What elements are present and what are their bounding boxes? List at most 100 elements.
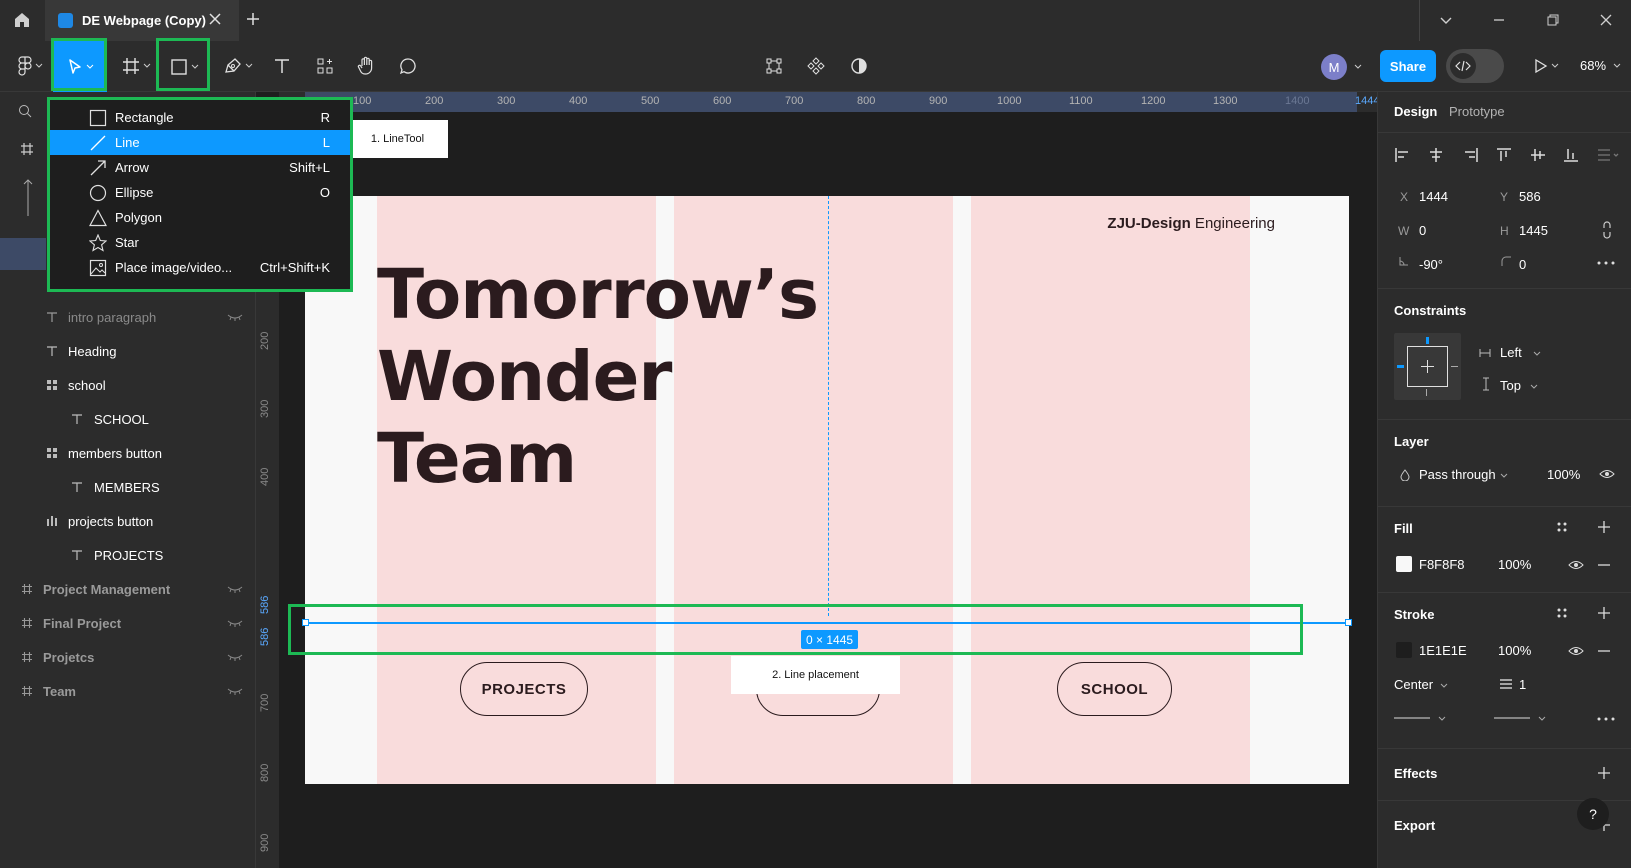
horizontal-constraint-select[interactable]: Left xyxy=(1500,345,1522,360)
present-button[interactable] xyxy=(1530,48,1562,84)
w-field[interactable]: 0 xyxy=(1419,223,1426,238)
text-tool-button[interactable] xyxy=(270,48,294,84)
align-center-v-icon[interactable] xyxy=(1530,147,1546,163)
close-tab-icon[interactable] xyxy=(208,12,222,26)
chevron-down-icon[interactable] xyxy=(1530,384,1538,390)
chevron-down-icon[interactable] xyxy=(1440,683,1448,689)
chevron-down-icon[interactable] xyxy=(1433,8,1459,32)
search-icon[interactable] xyxy=(18,104,32,118)
stroke-swatch[interactable] xyxy=(1396,642,1412,658)
file-tab[interactable]: DE Webpage (Copy) xyxy=(45,0,239,41)
help-button[interactable]: ? xyxy=(1577,798,1609,830)
menu-item-line[interactable]: Line L xyxy=(50,130,350,155)
menu-item-star[interactable]: Star xyxy=(50,230,350,255)
chevron-down-icon[interactable] xyxy=(1500,473,1508,479)
align-bottom-icon[interactable] xyxy=(1563,147,1579,163)
align-top-icon[interactable] xyxy=(1496,147,1512,163)
menu-item-polygon[interactable]: Polygon xyxy=(50,205,350,230)
blend-mode-select[interactable]: Pass through xyxy=(1419,467,1496,482)
home-icon[interactable] xyxy=(8,6,36,34)
layer-row[interactable]: projects button xyxy=(0,504,256,538)
layer-row[interactable]: Projetcs xyxy=(0,640,256,674)
stroke-start-select[interactable] xyxy=(1394,715,1446,723)
eye-icon[interactable] xyxy=(1599,468,1615,480)
layer-opacity-field[interactable]: 100% xyxy=(1547,467,1580,482)
layer-row[interactable]: members button xyxy=(0,436,256,470)
avatar[interactable]: M xyxy=(1321,54,1347,80)
frame-tool-button[interactable] xyxy=(118,48,154,84)
stroke-opacity-field[interactable]: 100% xyxy=(1498,643,1531,658)
layer-row[interactable]: Final Project xyxy=(0,606,256,640)
distribute-icon[interactable] xyxy=(1597,147,1621,163)
x-field[interactable]: 1444 xyxy=(1419,189,1448,204)
menu-item-place-image[interactable]: Place image/video... Ctrl+Shift+K xyxy=(50,255,350,280)
tab-design[interactable]: Design xyxy=(1394,104,1437,119)
main-menu-button[interactable] xyxy=(14,48,46,84)
constraints-widget[interactable] xyxy=(1394,333,1461,400)
menu-item-ellipse[interactable]: Ellipse O xyxy=(50,180,350,205)
team-frame[interactable]: ZJU-Design Engineering Tomorrow’s Wonder… xyxy=(302,196,1352,784)
remove-stroke-icon[interactable] xyxy=(1598,650,1610,652)
projects-button[interactable]: PROJECTS xyxy=(460,662,588,716)
resources-button[interactable] xyxy=(313,48,337,84)
chevron-down-icon[interactable] xyxy=(1533,351,1541,357)
layer-row[interactable]: MEMBERS xyxy=(0,470,256,504)
dev-mode-toggle[interactable] xyxy=(1446,49,1504,83)
layer-row[interactable]: SCHOOL xyxy=(0,402,256,436)
align-right-icon[interactable] xyxy=(1463,147,1479,163)
constraint-bottom-indicator[interactable] xyxy=(1426,389,1427,396)
style-grid-icon[interactable] xyxy=(1556,521,1568,533)
radius-field[interactable]: 0 xyxy=(1519,257,1526,272)
more-options-icon[interactable] xyxy=(1597,261,1615,265)
add-fill-icon[interactable] xyxy=(1597,520,1611,534)
brand-text[interactable]: ZJU-Design Engineering xyxy=(1107,215,1275,232)
more-options-icon[interactable] xyxy=(1597,717,1615,721)
stroke-hex-field[interactable]: 1E1E1E xyxy=(1419,643,1467,658)
remove-fill-icon[interactable] xyxy=(1598,564,1610,566)
close-window-icon[interactable] xyxy=(1593,8,1619,32)
fill-opacity-field[interactable]: 100% xyxy=(1498,557,1531,572)
layer-row[interactable]: intro paragraph xyxy=(0,300,256,334)
rotation-field[interactable]: -90° xyxy=(1419,257,1443,272)
fill-hex-field[interactable]: F8F8F8 xyxy=(1419,557,1465,572)
selected-layer-row[interactable] xyxy=(0,238,46,270)
minimize-icon[interactable] xyxy=(1486,8,1512,32)
style-grid-icon[interactable] xyxy=(1556,607,1568,619)
hand-tool-button[interactable] xyxy=(354,48,378,84)
layer-row[interactable]: Heading xyxy=(0,334,256,368)
vertical-constraint-select[interactable]: Top xyxy=(1500,378,1521,393)
hidden-eye-icon[interactable] xyxy=(227,584,243,594)
stroke-end-select[interactable] xyxy=(1494,715,1546,723)
chevron-down-icon[interactable] xyxy=(1613,63,1621,69)
hidden-eye-icon[interactable] xyxy=(227,652,243,662)
canvas[interactable]: 1. LineTool ZJU-Design Engineering Tomor… xyxy=(279,112,1377,868)
constraint-right-indicator[interactable] xyxy=(1451,366,1458,367)
align-center-h-icon[interactable] xyxy=(1428,147,1444,163)
hidden-eye-icon[interactable] xyxy=(227,618,243,628)
add-stroke-icon[interactable] xyxy=(1597,606,1611,620)
add-effect-icon[interactable] xyxy=(1597,766,1611,780)
align-left-icon[interactable] xyxy=(1394,147,1410,163)
page-heading[interactable]: Tomorrow’s Wonder Team xyxy=(377,254,819,500)
resize-handle[interactable] xyxy=(1345,619,1352,626)
hidden-eye-icon[interactable] xyxy=(227,686,243,696)
chevron-down-icon[interactable] xyxy=(1354,64,1362,70)
zoom-level[interactable]: 68% xyxy=(1580,58,1606,73)
eye-icon[interactable] xyxy=(1568,559,1584,571)
crop-frame-button[interactable] xyxy=(761,48,787,84)
layer-row[interactable]: PROJECTS xyxy=(0,538,256,572)
comment-tool-button[interactable] xyxy=(396,48,420,84)
share-button[interactable]: Share xyxy=(1380,50,1436,82)
stroke-align-select[interactable]: Center xyxy=(1394,677,1433,692)
constrain-proportions-icon[interactable] xyxy=(1601,221,1613,239)
fill-swatch[interactable] xyxy=(1396,556,1412,572)
restore-icon[interactable] xyxy=(1540,8,1566,32)
layer-row[interactable]: Team xyxy=(0,674,256,708)
stroke-weight-field[interactable]: 1 xyxy=(1519,677,1526,692)
layer-row[interactable]: school xyxy=(0,368,256,402)
constraint-left-indicator[interactable] xyxy=(1397,365,1404,368)
layer-row[interactable]: Project Management xyxy=(0,572,256,606)
pen-tool-button[interactable] xyxy=(220,48,256,84)
eye-icon[interactable] xyxy=(1568,645,1584,657)
contrast-button[interactable] xyxy=(846,48,872,84)
